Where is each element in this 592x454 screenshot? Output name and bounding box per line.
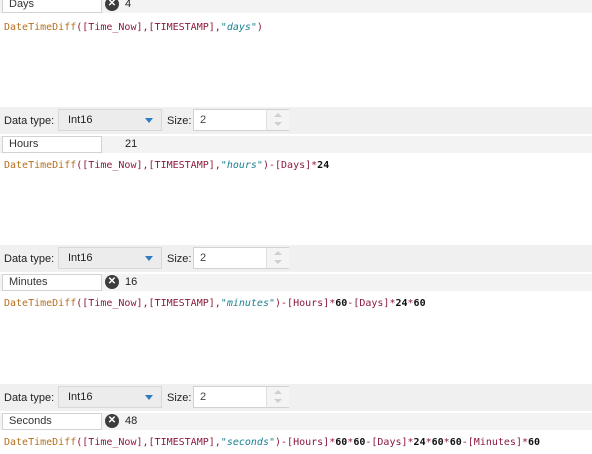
field-name-input[interactable]: Seconds [2, 413, 102, 430]
formula-field: [Days] [353, 298, 390, 309]
field-value: 48 [125, 415, 138, 427]
field-name-row-minutes: Minutes ✕ 16 [0, 274, 592, 291]
formula-expression[interactable]: DateTimeDiff([Time_Now],[TIMESTAMP],"sec… [4, 436, 540, 450]
caret-down-icon[interactable] [145, 118, 153, 123]
up-down-spinner-icon[interactable] [266, 387, 289, 407]
x-circle-icon[interactable]: ✕ [105, 414, 119, 428]
spinner-down-icon[interactable] [274, 122, 282, 126]
formula-field: [TIMESTAMP] [148, 298, 215, 309]
formula-string: "hours" [220, 160, 263, 171]
spinner-up-icon[interactable] [274, 251, 282, 255]
data-type-label: Data type: [4, 253, 55, 265]
caret-down-icon[interactable] [145, 256, 153, 261]
formula-number: 24 [317, 160, 330, 171]
field-name-row-hours: Hours 21 [0, 136, 592, 153]
data-type-dropdown[interactable]: Int16 [58, 109, 162, 131]
formula-number: 60 [413, 298, 426, 309]
data-type-label: Data type: [4, 115, 55, 127]
formula-field: [TIMESTAMP] [148, 160, 215, 171]
data-type-bar: Data type: Int16 Size: 2 [0, 245, 592, 272]
field-value: 21 [125, 138, 138, 150]
formula-field: [Days] [371, 437, 408, 448]
spinner-down-icon[interactable] [274, 399, 282, 403]
field-name-input[interactable]: Days [2, 0, 102, 13]
x-circle-icon[interactable]: ✕ [105, 0, 119, 11]
size-input[interactable]: 2 [193, 109, 289, 131]
formula-field: [Time_Now] [82, 160, 143, 171]
data-type-dropdown[interactable]: Int16 [58, 247, 162, 269]
formula-function: DateTimeDiff [4, 437, 77, 448]
formula-field: [Time_Now] [82, 298, 143, 309]
size-label: Size: [167, 115, 192, 127]
field-name-row-days: Days ✕ 4 [0, 0, 592, 13]
size-value: 2 [200, 391, 207, 403]
size-input[interactable]: 2 [193, 247, 289, 269]
field-name-input[interactable]: Hours [2, 136, 102, 153]
field-value: 4 [125, 0, 132, 10]
size-label: Size: [167, 392, 192, 404]
formula-number: 60 [528, 437, 541, 448]
data-type-value: Int16 [68, 114, 93, 126]
formula-field: [TIMESTAMP] [148, 22, 215, 33]
formula-field: [Minutes] [467, 437, 522, 448]
formula-number: 60 [449, 437, 462, 448]
formula-function: DateTimeDiff [4, 160, 77, 171]
formula-field: [TIMESTAMP] [148, 437, 215, 448]
formula-field: [Time_Now] [82, 437, 143, 448]
field-name-input[interactable]: Minutes [2, 274, 102, 291]
up-down-spinner-icon[interactable] [266, 110, 289, 130]
field-value: 16 [125, 276, 138, 288]
data-type-label: Data type: [4, 392, 55, 404]
formula-number: 60 [353, 437, 366, 448]
formula-function: DateTimeDiff [4, 298, 77, 309]
formula-field: [Hours] [287, 437, 330, 448]
spinner-up-icon[interactable] [274, 113, 282, 117]
data-type-dropdown[interactable]: Int16 [58, 386, 162, 408]
spinner-up-icon[interactable] [274, 390, 282, 394]
formula-field: [Time_Now] [82, 22, 143, 33]
size-value: 2 [200, 114, 207, 126]
formula-expression[interactable]: DateTimeDiff([Time_Now],[TIMESTAMP],"min… [4, 297, 426, 311]
formula-number: 60 [335, 298, 348, 309]
x-circle-icon[interactable]: ✕ [105, 275, 119, 289]
formula-expression[interactable]: DateTimeDiff([Time_Now],[TIMESTAMP],"hou… [4, 159, 329, 173]
size-input[interactable]: 2 [193, 386, 289, 408]
spinner-down-icon[interactable] [274, 260, 282, 264]
field-name-row-seconds: Seconds ✕ 48 [0, 413, 592, 430]
formula-number: 24 [413, 437, 426, 448]
data-type-value: Int16 [68, 391, 93, 403]
data-type-bar: Data type: Int16 Size: 2 [0, 107, 592, 134]
data-type-bar: Data type: Int16 Size: 2 [0, 384, 592, 411]
formula-string: "days" [220, 22, 257, 33]
formula-function: DateTimeDiff [4, 22, 77, 33]
caret-down-icon[interactable] [145, 395, 153, 400]
formula-field: [Hours] [287, 298, 330, 309]
formula-number: 60 [431, 437, 444, 448]
up-down-spinner-icon[interactable] [266, 248, 289, 268]
formula-number: 60 [335, 437, 348, 448]
size-value: 2 [200, 252, 207, 264]
data-type-value: Int16 [68, 252, 93, 264]
formula-string: "minutes" [220, 298, 275, 309]
formula-expression[interactable]: DateTimeDiff([Time_Now],[TIMESTAMP],"day… [4, 21, 263, 35]
formula-number: 24 [395, 298, 408, 309]
formula-paren: ) [256, 22, 263, 33]
formula-field: [Days] [275, 160, 312, 171]
size-label: Size: [167, 253, 192, 265]
formula-string: "seconds" [220, 437, 275, 448]
